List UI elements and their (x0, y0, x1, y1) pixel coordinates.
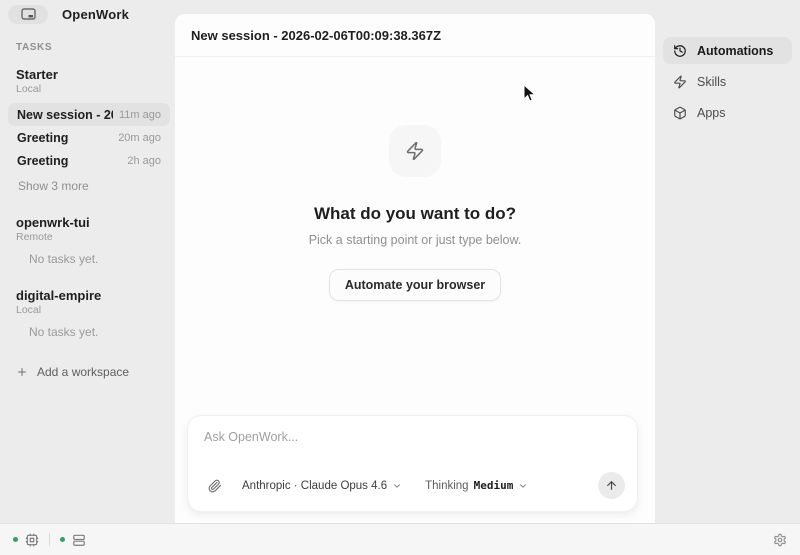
session-header: New session - 2026-02-06T00:09:38.367Z (175, 14, 655, 57)
tab-label: Apps (697, 106, 726, 120)
workspace-location: Remote (16, 231, 175, 243)
task-time: 2h ago (127, 155, 161, 167)
server-icon (72, 533, 86, 547)
task-time: 11m ago (119, 109, 161, 121)
server-status-indicator[interactable] (60, 533, 86, 547)
paperclip-icon[interactable] (208, 479, 222, 493)
automate-browser-button[interactable]: Automate your browser (329, 269, 501, 301)
model-selector-label: Anthropic · Claude Opus 4.6 (242, 480, 387, 492)
tasks-sidebar: TASKS Starter Local New session - 20... … (0, 28, 175, 523)
zap-icon (673, 75, 687, 89)
cpu-icon (25, 533, 39, 547)
empty-state: What do you want to do? Pick a starting … (175, 125, 655, 301)
empty-state-subtitle: Pick a starting point or just type below… (309, 233, 522, 247)
add-workspace-label: Add a workspace (37, 365, 129, 379)
box-icon (673, 106, 687, 120)
task-time: 20m ago (118, 132, 161, 144)
window-panel-icon (21, 8, 36, 20)
tab-label: Automations (697, 44, 773, 58)
session-title: New session - 2026-02-06T00:09:38.367Z (191, 28, 441, 43)
status-dot-green (13, 537, 18, 542)
history-icon (673, 44, 687, 58)
composer-card: Anthropic · Claude Opus 4.6 Thinking Med… (187, 415, 638, 512)
tab-skills[interactable]: Skills (663, 68, 792, 95)
cpu-status-indicator[interactable] (13, 533, 39, 547)
zap-icon (405, 141, 425, 161)
task-list: New session - 20... 11m ago Greeting 20m… (0, 103, 175, 172)
task-label: Greeting (17, 131, 68, 145)
task-label: Greeting (17, 154, 68, 168)
arrow-up-icon (605, 479, 618, 492)
gear-icon (773, 533, 787, 547)
show-more-link[interactable]: Show 3 more (18, 179, 175, 193)
tab-apps[interactable]: Apps (663, 99, 792, 126)
thinking-label: Thinking (425, 480, 468, 492)
model-selector[interactable]: Anthropic · Claude Opus 4.6 (242, 480, 402, 492)
send-button[interactable] (598, 472, 625, 499)
tab-automations[interactable]: Automations (663, 37, 792, 64)
workspace-location: Local (16, 83, 175, 95)
empty-state-title: What do you want to do? (314, 204, 516, 224)
statusbar-divider (49, 533, 50, 546)
zap-badge (389, 125, 441, 177)
add-workspace-button[interactable]: Add a workspace (16, 365, 175, 379)
chevron-down-icon (518, 481, 528, 491)
right-panel: Automations Skills Apps (655, 28, 800, 130)
workspace-name[interactable]: Starter (16, 67, 175, 82)
tasks-section-label: TASKS (16, 42, 175, 53)
no-tasks-label: No tasks yet. (29, 252, 175, 266)
status-dot-green (60, 537, 65, 542)
composer-input[interactable] (188, 416, 637, 456)
task-row-new-session[interactable]: New session - 20... 11m ago (8, 103, 170, 126)
no-tasks-label: No tasks yet. (29, 325, 175, 339)
task-label: New session - 20... (17, 108, 113, 122)
status-bar (0, 523, 800, 555)
thinking-selector[interactable]: Thinking Medium (425, 479, 528, 492)
settings-button[interactable] (773, 533, 787, 547)
task-row-greeting-2[interactable]: Greeting 2h ago (8, 149, 170, 172)
tab-label: Skills (697, 75, 726, 89)
app-title: OpenWork (62, 7, 129, 22)
composer-toolbar: Anthropic · Claude Opus 4.6 Thinking Med… (208, 472, 625, 499)
chevron-down-icon (392, 481, 402, 491)
toggle-sidebar-button[interactable] (8, 5, 48, 24)
workspace-name[interactable]: openwrk-tui (16, 215, 175, 230)
workspace-name[interactable]: digital-empire (16, 288, 175, 303)
workspace-location: Local (16, 304, 175, 316)
plus-icon (16, 366, 28, 378)
main-panel: New session - 2026-02-06T00:09:38.367Z W… (175, 14, 655, 523)
task-row-greeting-1[interactable]: Greeting 20m ago (8, 126, 170, 149)
thinking-value: Medium (474, 479, 514, 492)
